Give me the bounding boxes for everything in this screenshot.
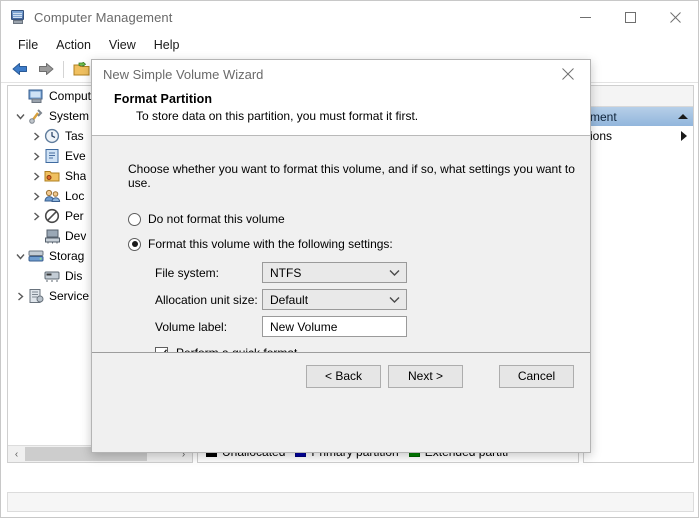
toolbar-separator — [63, 60, 64, 78]
tree-item-label: Service — [49, 289, 90, 303]
chevron-down-icon[interactable] — [389, 296, 400, 303]
tree-item-label: System — [49, 109, 90, 123]
file-system-row: File system: NTFS — [128, 262, 590, 283]
computer-icon — [28, 88, 45, 104]
dialog-titlebar: New Simple Volume Wizard — [92, 60, 590, 88]
maximize-icon[interactable] — [608, 1, 653, 33]
menu-help[interactable]: Help — [145, 36, 189, 54]
menu-action[interactable]: Action — [47, 36, 100, 54]
tree-item-label: Eve — [65, 149, 86, 163]
scroll-left-icon[interactable]: ‹ — [8, 446, 25, 462]
actions-pane-header-label: ment — [590, 109, 617, 124]
format-volume-radio[interactable] — [128, 237, 141, 251]
allocation-unit-size-row: Allocation unit size: Default — [128, 289, 590, 310]
new-simple-volume-wizard-dialog: New Simple Volume Wizard Format Partitio… — [91, 59, 591, 453]
statusbar — [7, 492, 694, 512]
tree-item-label: Storag — [49, 249, 85, 263]
actions-pane-topstrip — [584, 86, 693, 107]
dialog-intro-text: Choose whether you want to format this v… — [128, 162, 575, 190]
menu-file[interactable]: File — [9, 36, 47, 54]
chevron-right-icon[interactable] — [28, 128, 44, 144]
performance-icon — [44, 208, 61, 224]
dialog-body: Choose whether you want to format this v… — [92, 136, 590, 399]
next-button[interactable]: Next > — [388, 364, 463, 388]
minimize-icon[interactable] — [563, 1, 608, 33]
back-button[interactable]: < Back — [306, 364, 381, 388]
do-not-format-label: Do not format this volume — [148, 212, 285, 226]
format-volume-radio-row[interactable]: Format this volume with the following se… — [128, 237, 590, 251]
chevron-down-icon[interactable] — [12, 108, 28, 124]
window-title: Computer Management — [34, 9, 173, 25]
computer-management-window: Computer Management File Action View Hel… — [0, 0, 699, 518]
dialog-heading: Format Partition — [114, 92, 213, 106]
close-icon[interactable] — [546, 60, 590, 88]
close-icon[interactable] — [653, 1, 698, 33]
chevron-right-icon[interactable] — [28, 148, 44, 164]
twisty-placeholder — [12, 88, 28, 104]
services-icon — [28, 288, 45, 304]
chevron-down-icon[interactable] — [389, 269, 400, 276]
event-viewer-icon — [44, 148, 61, 164]
forward-button[interactable] — [33, 58, 59, 80]
dialog-subheading: To store data on this partition, you mus… — [136, 109, 419, 123]
local-users-icon — [44, 188, 61, 204]
volume-label-label: Volume label: — [155, 319, 228, 334]
tree-item-label: Tas — [65, 129, 84, 143]
allocation-unit-size-label: Allocation unit size: — [155, 292, 258, 307]
folder-icon — [73, 61, 89, 75]
chevron-right-icon[interactable] — [28, 168, 44, 184]
window-controls — [563, 1, 698, 33]
back-button[interactable] — [7, 58, 33, 80]
tree-item-label: Dis — [65, 269, 83, 283]
actions-more-actions-row[interactable]: ions — [584, 126, 693, 145]
dialog-footer: < Back Next > Cancel — [92, 352, 590, 399]
volume-label-row: Volume label: New Volume — [128, 316, 590, 337]
dialog-header: Format Partition To store data on this p… — [92, 88, 590, 135]
forward-arrow-icon — [39, 63, 54, 75]
device-manager-icon — [44, 228, 61, 244]
menubar: File Action View Help — [1, 33, 698, 56]
system-tools-icon — [28, 108, 45, 124]
file-system-label: File system: — [155, 265, 220, 280]
tree-item-label: Per — [65, 209, 84, 223]
caret-right-icon[interactable] — [681, 130, 687, 141]
format-volume-label: Format this volume with the following se… — [148, 237, 393, 251]
tree-item-label: Dev — [65, 229, 87, 243]
tree-item-label: Sha — [65, 169, 87, 183]
do-not-format-radio[interactable] — [128, 212, 141, 226]
window-titlebar: Computer Management — [1, 1, 698, 33]
actions-more-actions-label: ions — [590, 128, 613, 143]
shared-folders-icon — [44, 168, 61, 184]
allocation-unit-size-value: Default — [270, 292, 309, 307]
chevron-right-icon[interactable] — [28, 208, 44, 224]
do-not-format-radio-row[interactable]: Do not format this volume — [128, 212, 590, 226]
back-arrow-icon — [12, 63, 27, 75]
chevron-right-icon[interactable] — [12, 288, 28, 304]
dialog-title: New Simple Volume Wizard — [103, 66, 264, 82]
file-system-value: NTFS — [270, 265, 302, 280]
volume-label-input[interactable]: New Volume — [262, 316, 407, 337]
task-scheduler-icon — [44, 128, 61, 144]
storage-icon — [28, 248, 45, 264]
menu-view[interactable]: View — [100, 36, 145, 54]
allocation-unit-size-combobox[interactable]: Default — [262, 289, 407, 310]
disk-management-icon — [44, 268, 61, 284]
cancel-button[interactable]: Cancel — [499, 364, 574, 388]
chevron-down-icon[interactable] — [12, 248, 28, 264]
actions-pane: ment ions — [583, 85, 694, 463]
chevron-right-icon[interactable] — [28, 188, 44, 204]
tree-item-label: Loc — [65, 189, 85, 203]
computer-management-icon — [10, 9, 26, 25]
file-system-combobox[interactable]: NTFS — [262, 262, 407, 283]
caret-up-icon[interactable] — [678, 114, 688, 119]
actions-pane-header[interactable]: ment — [584, 107, 693, 126]
